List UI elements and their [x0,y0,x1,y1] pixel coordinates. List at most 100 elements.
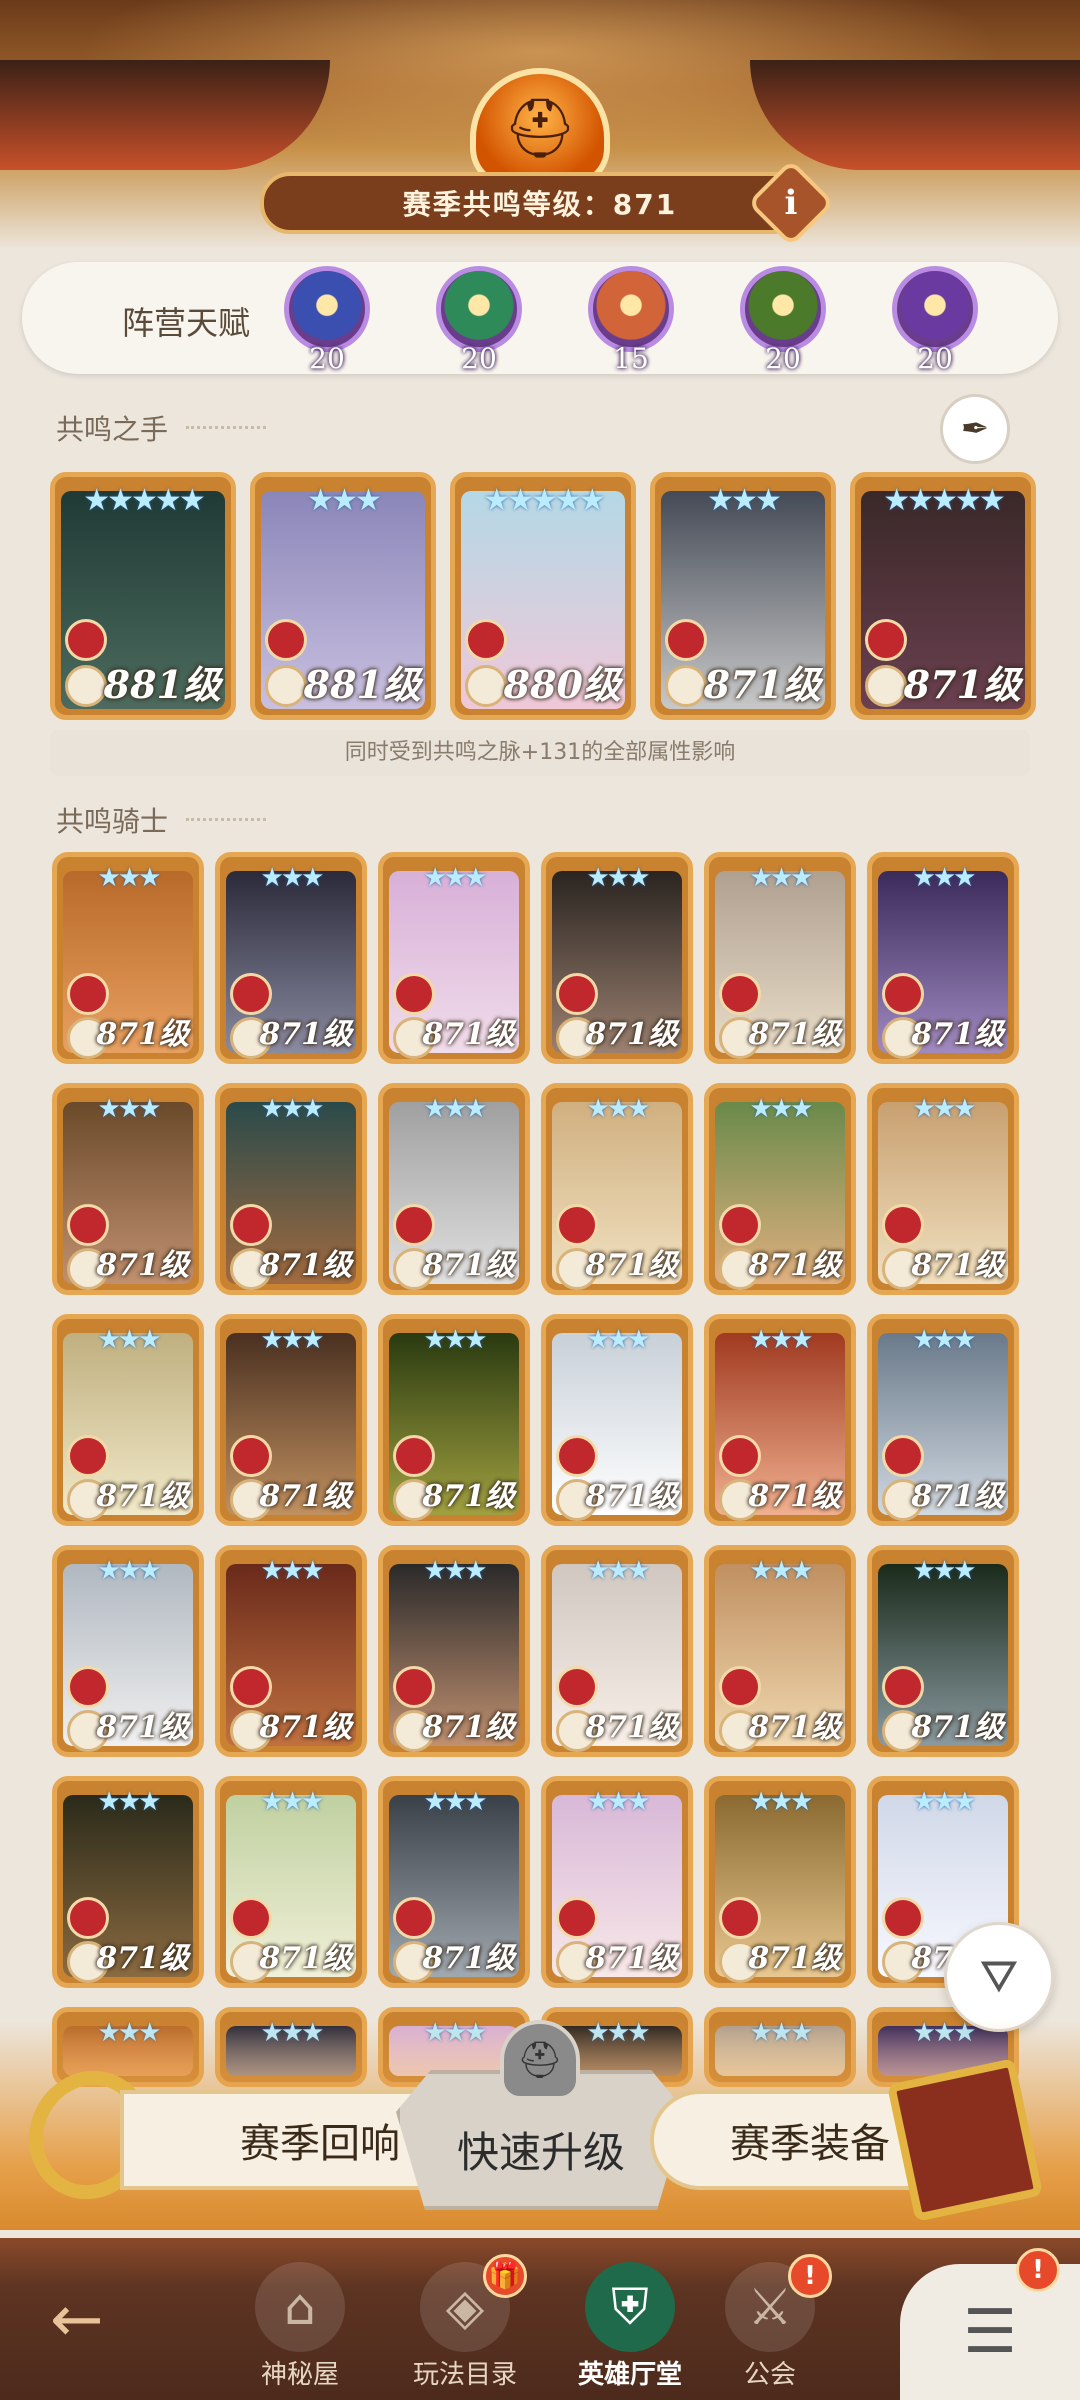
menu-icon[interactable]: ☰ ! [900,2248,1080,2400]
resonance-hand-hero-card[interactable]: ★★★ 871级 [650,472,836,720]
resonance-knight-hero-card[interactable]: ★★★ 871级 [704,1314,856,1526]
banner-wing-left [0,60,330,170]
faction-badge-graveborn[interactable]: 20 [728,262,838,382]
hero-stars: ★★★ [260,1556,325,1586]
gift-badge-icon: 🎁 [483,2254,527,2298]
hero-level: 880级 [503,662,621,707]
hero-stars: ★★★ [586,1556,651,1586]
filter-icon[interactable]: ⛛ [944,1922,1054,2032]
resonance-knight-hero-card[interactable]: ★★★ 871级 [867,1083,1019,1295]
resonance-knight-hero-card[interactable]: ★★★ 871级 [215,1545,367,1757]
hero-level: 871级 [259,1479,352,1514]
faction-badge-value: 20 [765,342,801,375]
hero-stars: ★★★ [912,1094,977,1124]
faction-badge-mauler[interactable]: 15 [576,262,686,382]
hero-stars: ★★★ [586,1325,651,1355]
hero-stars: ★★★ [423,1556,488,1586]
info-icon: i [784,183,798,223]
graveborn-icon [740,266,826,352]
nav-mystery-house[interactable]: ⌂ 神秘屋 [220,2248,380,2398]
resonance-hand-hero-card[interactable]: ★★★★★ 881级 [50,472,236,720]
hero-level: 871级 [748,1479,841,1514]
back-arrow-icon[interactable]: ← [50,2280,140,2360]
resonance-knight-hero-card[interactable]: ★★★ 871级 [867,852,1019,1064]
resonance-knight-hero-card[interactable]: ★★★ 871级 [215,1314,367,1526]
hero-level: 871级 [703,662,821,707]
resonance-knight-hero-card[interactable]: ★★★ 871级 [52,1083,204,1295]
resonance-knight-hero-card[interactable]: ★★★ 871级 [378,1776,530,1988]
hero-level: 871级 [911,1248,1004,1283]
hero-stars: ★★★ [586,1094,651,1124]
resonance-knight-hero-card[interactable]: ★★★ 871级 [52,1776,204,1988]
wilder-icon [436,266,522,352]
hero-stars: ★★★ [749,1787,814,1817]
resonance-knight-hero-card[interactable]: ★★★ 871级 [541,1314,693,1526]
hero-level: 871级 [748,1017,841,1052]
hero-level: 871级 [422,1479,515,1514]
hero-faction-icon [65,619,107,661]
resonance-knight-hero-card[interactable]: ★★★ 871级 [215,1776,367,1988]
hero-level: 881级 [103,662,221,707]
hero-stars: ★★★ [97,1094,162,1124]
hero-stars: ★★★ [423,1325,488,1355]
resonance-knight-hero-card[interactable]: ★★★ 871级 [541,852,693,1064]
resonance-knight-hero-card[interactable]: ★★★ 871级 [867,1545,1019,1757]
hero-stars: ★★★ [912,863,977,893]
resonance-knight-hero-card[interactable]: ★★★ 871级 [541,1776,693,1988]
hero-stars: ★★★ [912,1787,977,1817]
hero-level: 871级 [422,1017,515,1052]
faction-badge-wilder[interactable]: 20 [424,262,534,382]
resonance-knight-hero-card[interactable]: ★★★ 871级 [215,852,367,1064]
hero-stars: ★★★ [707,483,782,518]
resonance-knight-hero-card[interactable]: ★★★ 871级 [541,1545,693,1757]
resonance-knight-hero-card[interactable]: ★★★ 871级 [378,852,530,1064]
hero-level: 871级 [911,1710,1004,1745]
faction-badge-lightbearer[interactable]: 20 [272,262,382,382]
celestial-hypogean-icon [892,266,978,352]
hero-level: 871级 [748,1248,841,1283]
hero-class-icon [665,665,707,707]
hero-stars: ★★★ [260,863,325,893]
resonance-knights-title: 共鸣骑士 [56,800,267,840]
hero-stars: ★★★ [912,1556,977,1586]
faction-badge-celestial-hypogean[interactable]: 20 [880,262,990,382]
season-resonance-level: 赛季共鸣等级：871 [260,172,820,234]
resonance-knight-hero-card[interactable]: ★★★ 871级 [704,1776,856,1988]
resonance-knight-hero-card[interactable]: ★★★ 871级 [52,1545,204,1757]
resonance-knight-hero-card[interactable]: ★★★ 871级 [215,1083,367,1295]
resonance-knight-hero-card[interactable]: ★★★ 871级 [541,1083,693,1295]
resonance-hand-hero-card[interactable]: ★★★★★ 880级 [450,472,636,720]
hero-stars: ★★★ [97,1556,162,1586]
hero-level: 871级 [585,1248,678,1283]
hero-stars: ★★★ [749,863,814,893]
resonance-hint: 同时受到共鸣之脉+131的全部属性影响 [50,730,1030,776]
hero-stars: ★★★ [586,863,651,893]
faction-talent-bar: 阵营天赋 20 20 15 20 20 [22,262,1058,375]
resonance-knight-hero-card[interactable]: ★★★ 871级 [867,1314,1019,1526]
hero-stars: ★★★ [260,1094,325,1124]
resonance-knight-hero-card[interactable]: ★★★ 871级 [52,1314,204,1526]
hero-faction-icon [865,619,907,661]
resonance-knight-hero-card[interactable]: ★★★ 871级 [704,1083,856,1295]
resonance-hand-hero-card[interactable]: ★★★ 881级 [250,472,436,720]
hero-level: 871级 [259,1710,352,1745]
hero-level: 871级 [422,1710,515,1745]
resonance-knight-hero-card[interactable]: ★★★ 871级 [704,1545,856,1757]
hero-stars: ★★★ [260,1325,325,1355]
resonance-knight-hero-card[interactable]: ★★★ 871级 [52,852,204,1064]
resonance-knight-hero-card[interactable]: ★★★ 871级 [704,852,856,1064]
hero-stars: ★★★ [749,1325,814,1355]
hero-level: 871级 [96,1248,189,1283]
hero-class-icon [265,665,307,707]
resonance-knight-hero-card[interactable]: ★★★ 871级 [378,1545,530,1757]
nav-label: 神秘屋 [260,2360,339,2390]
hero-level: 871级 [911,1479,1004,1514]
resonance-knight-hero-card[interactable]: ★★★ 871级 [378,1314,530,1526]
quill-icon[interactable]: ✒ [940,394,1010,464]
resonance-knight-hero-card[interactable]: ★★★ 871级 [378,1083,530,1295]
hero-level: 871级 [259,1941,352,1976]
nav-hero-hall[interactable]: ⛨ 英雄厅堂 [550,2248,710,2398]
resonance-hand-hero-card[interactable]: ★★★★★ 871级 [850,472,1036,720]
nav-guild[interactable]: ⚔ 公会 ! [690,2248,850,2398]
nav-game-modes[interactable]: ◈ 玩法目录 🎁 [385,2248,545,2398]
